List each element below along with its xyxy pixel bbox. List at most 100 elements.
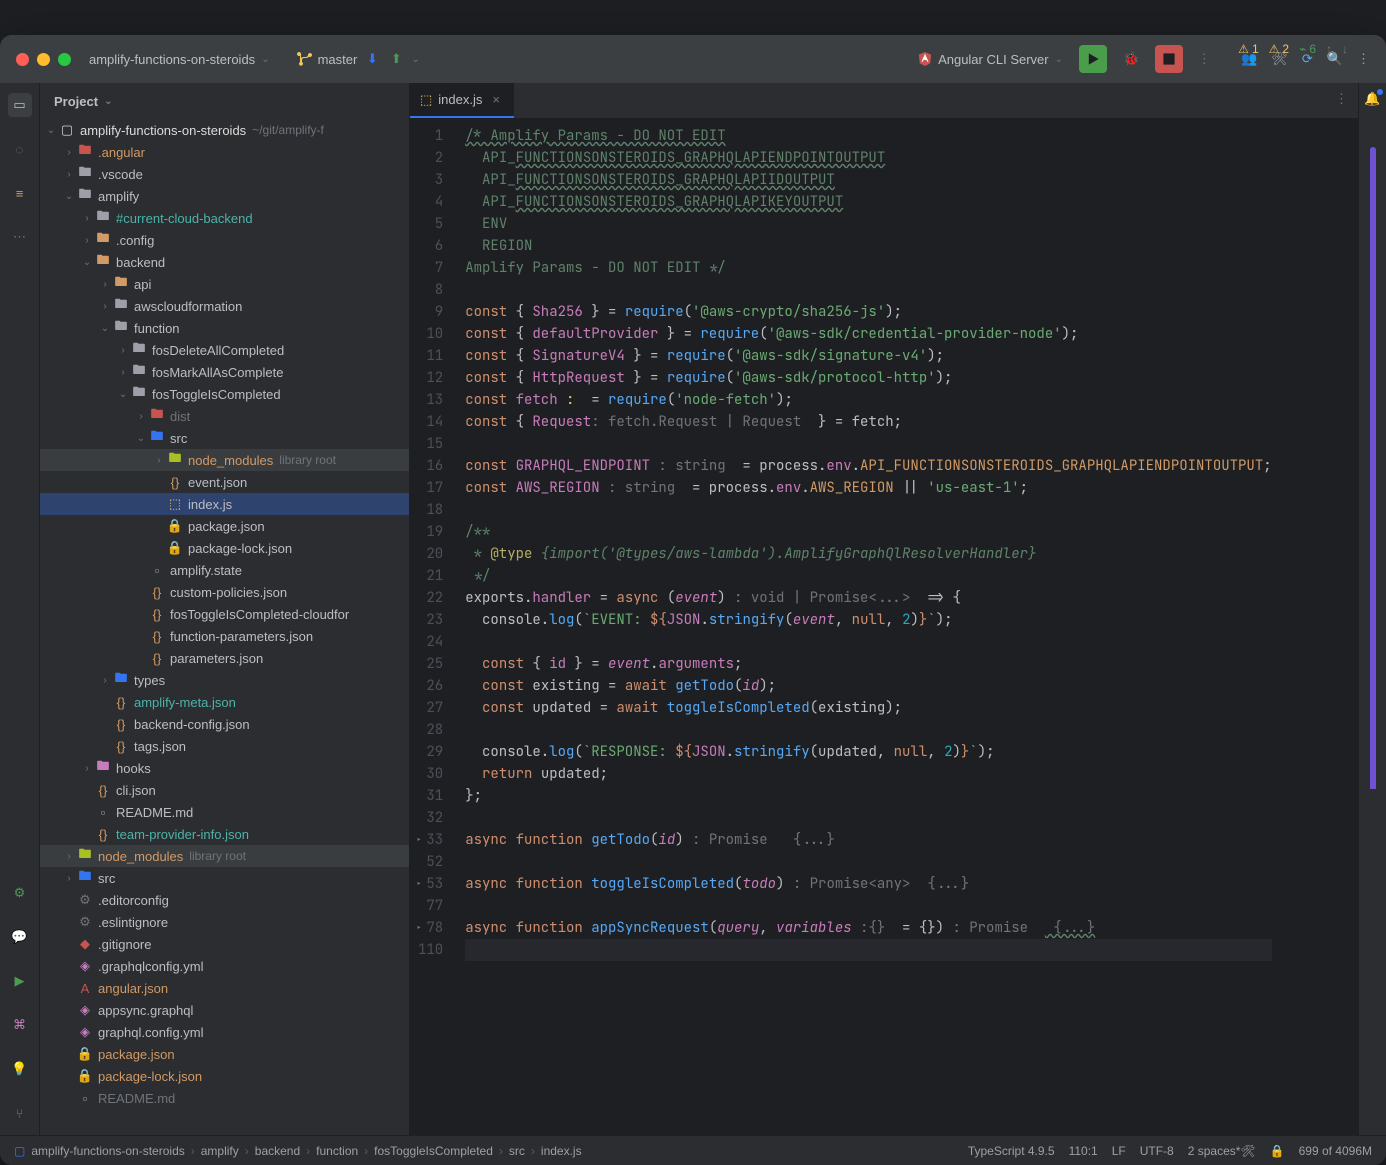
run-config-name: Angular CLI Server xyxy=(938,52,1049,67)
line-separator[interactable]: LF xyxy=(1112,1144,1126,1158)
tree-node[interactable]: {}backend-config.json xyxy=(40,713,409,735)
tree-node[interactable]: {}tags.json xyxy=(40,735,409,757)
tree-node[interactable]: {}custom-policies.json xyxy=(40,581,409,603)
tree-node[interactable]: ›🖿node_moduleslibrary root xyxy=(40,845,409,867)
editor-tab[interactable]: ⬚ index.js × xyxy=(410,83,514,118)
bulb-icon[interactable]: 💡 xyxy=(8,1057,32,1081)
tree-node[interactable]: 🔒package.json xyxy=(40,1043,409,1065)
scrollbar-minimap[interactable] xyxy=(1370,147,1376,1135)
project-name: amplify-functions-on-steroids xyxy=(89,52,255,67)
settings-gear-icon[interactable]: ⚙ xyxy=(8,881,32,905)
commit-tool-icon[interactable]: ◌ xyxy=(8,137,32,161)
terminal-icon[interactable]: ⌘ xyxy=(8,1013,32,1037)
run-configuration[interactable]: Angular CLI Server ⌄ xyxy=(918,52,1063,67)
encoding[interactable]: UTF-8 xyxy=(1140,1144,1174,1158)
chevron-down-icon: ⌄ xyxy=(411,54,419,65)
breadcrumb[interactable]: ▢ amplify-functions-on-steroids › amplif… xyxy=(14,1144,582,1158)
debug-button[interactable]: 🐞 xyxy=(1123,51,1139,67)
tree-node[interactable]: ›🖿dist xyxy=(40,405,409,427)
tab-overflow-icon[interactable]: ⋮ xyxy=(1335,91,1348,107)
js-file-icon: ⬚ xyxy=(420,92,432,108)
tree-node[interactable]: ⚙.eslintignore xyxy=(40,911,409,933)
git-branch[interactable]: master ⬇ ⬆ ⌄ xyxy=(296,50,420,68)
project-tool-icon[interactable]: ▭ xyxy=(8,93,32,117)
titlebar: amplify-functions-on-steroids ⌄ master ⬇… xyxy=(0,35,1386,83)
tree-node[interactable]: ▫README.md xyxy=(40,1087,409,1109)
tree-node[interactable]: 🔒package-lock.json xyxy=(40,537,409,559)
update-icon[interactable]: ⬇ xyxy=(363,50,381,68)
run-icon[interactable]: ▶ xyxy=(8,969,32,993)
messages-icon[interactable]: 💬 xyxy=(8,925,32,949)
structure-tool-icon[interactable]: ≡ xyxy=(8,181,32,205)
tree-node[interactable]: Aangular.json xyxy=(40,977,409,999)
tree-node[interactable]: {}fosToggleIsCompleted-cloudfor xyxy=(40,603,409,625)
project-dropdown[interactable]: amplify-functions-on-steroids ⌄ xyxy=(83,48,276,71)
notifications-icon[interactable]: 🔔 xyxy=(1364,91,1380,107)
minimize-window[interactable] xyxy=(37,53,50,66)
editor: ⬚ index.js × ⋮ ⚠1 ⚠2 ⌁6 ↑ ↓ 123456789101… xyxy=(410,83,1358,1135)
tree-node[interactable]: ⬚index.js xyxy=(40,493,409,515)
caret-position[interactable]: 110:1 xyxy=(1069,1144,1098,1158)
tree-node[interactable]: ›🖿.vscode xyxy=(40,163,409,185)
tree-node[interactable]: ⌄🖿function xyxy=(40,317,409,339)
vcs-icon[interactable]: ⑂ xyxy=(8,1101,32,1125)
tree-node[interactable]: ⌄🖿src xyxy=(40,427,409,449)
more-icon[interactable]: ⋮ xyxy=(1195,50,1213,68)
sidebar-header[interactable]: Project ⌄ xyxy=(40,83,409,119)
tree-node[interactable]: 🔒package-lock.json xyxy=(40,1065,409,1087)
tab-name: index.js xyxy=(438,92,482,107)
tree-node[interactable]: ◆.gitignore xyxy=(40,933,409,955)
tree-node[interactable]: ◈.graphqlconfig.yml xyxy=(40,955,409,977)
tree-node[interactable]: ›🖿src xyxy=(40,867,409,889)
tree-node[interactable]: ›🖿node_moduleslibrary root xyxy=(40,449,409,471)
code-content[interactable]: /* Amplify Params - DO NOT EDIT API_FUNC… xyxy=(457,119,1279,1135)
code-area[interactable]: 1234567891011121314151617181920212223242… xyxy=(410,119,1358,1135)
tree-node[interactable]: ⌄🖿amplify xyxy=(40,185,409,207)
lock-icon[interactable]: 🔒 xyxy=(1270,1144,1285,1158)
tree-node[interactable]: ◈appsync.graphql xyxy=(40,999,409,1021)
maximize-window[interactable] xyxy=(58,53,71,66)
close-tab-icon[interactable]: × xyxy=(488,92,504,107)
tree-node[interactable]: ⌄🖿fosToggleIsCompleted xyxy=(40,383,409,405)
chevron-down-icon: ⌄ xyxy=(261,54,269,65)
tree-node[interactable]: ›🖿awscloudformation xyxy=(40,295,409,317)
status-bar: ▢ amplify-functions-on-steroids › amplif… xyxy=(0,1135,1386,1165)
tree-node[interactable]: ›🖿fosMarkAllAsComplete xyxy=(40,361,409,383)
app-window: amplify-functions-on-steroids ⌄ master ⬇… xyxy=(0,35,1386,1165)
tree-node[interactable]: ⌄🖿backend xyxy=(40,251,409,273)
tree-node[interactable]: ›🖿hooks xyxy=(40,757,409,779)
tree-node[interactable]: 🔒package.json xyxy=(40,515,409,537)
tree-node[interactable]: ◈graphql.config.yml xyxy=(40,1021,409,1043)
branch-name: master xyxy=(318,52,358,67)
tree-node[interactable]: ⌄▢amplify-functions-on-steroids~/git/amp… xyxy=(40,119,409,141)
tree-node[interactable]: ›🖿api xyxy=(40,273,409,295)
more-tool-icon[interactable]: ⋯ xyxy=(8,225,32,249)
tree-node[interactable]: ⚙.editorconfig xyxy=(40,889,409,911)
editor-tabs: ⬚ index.js × ⋮ xyxy=(410,83,1358,119)
push-icon[interactable]: ⬆ xyxy=(387,50,405,68)
angular-icon xyxy=(918,52,932,66)
indent[interactable]: 2 spaces*🛠 xyxy=(1188,1144,1256,1158)
tree-node[interactable]: ▫amplify.state xyxy=(40,559,409,581)
ts-version[interactable]: TypeScript 4.9.5 xyxy=(968,1144,1055,1158)
tree-node[interactable]: {}parameters.json xyxy=(40,647,409,669)
memory-indicator[interactable]: 699 of 4096M xyxy=(1299,1144,1372,1158)
stop-button[interactable] xyxy=(1155,45,1183,73)
tree-node[interactable]: {}amplify-meta.json xyxy=(40,691,409,713)
tree-node[interactable]: ›🖿fosDeleteAllCompleted xyxy=(40,339,409,361)
run-button[interactable] xyxy=(1079,45,1107,73)
settings-icon[interactable]: ⋮ xyxy=(1357,51,1370,67)
tree-node[interactable]: ▫README.md xyxy=(40,801,409,823)
tree-node[interactable]: {}event.json xyxy=(40,471,409,493)
project-tree[interactable]: ⌄▢amplify-functions-on-steroids~/git/amp… xyxy=(40,119,409,1135)
tree-node[interactable]: {}cli.json xyxy=(40,779,409,801)
close-window[interactable] xyxy=(16,53,29,66)
project-sidebar: Project ⌄ ⌄▢amplify-functions-on-steroid… xyxy=(40,83,410,1135)
tree-node[interactable]: ›🖿types xyxy=(40,669,409,691)
tree-node[interactable]: {}function-parameters.json xyxy=(40,625,409,647)
tree-node[interactable]: ›🖿.angular xyxy=(40,141,409,163)
tree-node[interactable]: ›🖿.config xyxy=(40,229,409,251)
main-body: ▭ ◌ ≡ ⋯ ⚙ 💬 ▶ ⌘ 💡 ⑂ Project ⌄ ⌄▢amplify-… xyxy=(0,83,1386,1135)
tree-node[interactable]: ›🖿#current-cloud-backend xyxy=(40,207,409,229)
tree-node[interactable]: {}team-provider-info.json xyxy=(40,823,409,845)
